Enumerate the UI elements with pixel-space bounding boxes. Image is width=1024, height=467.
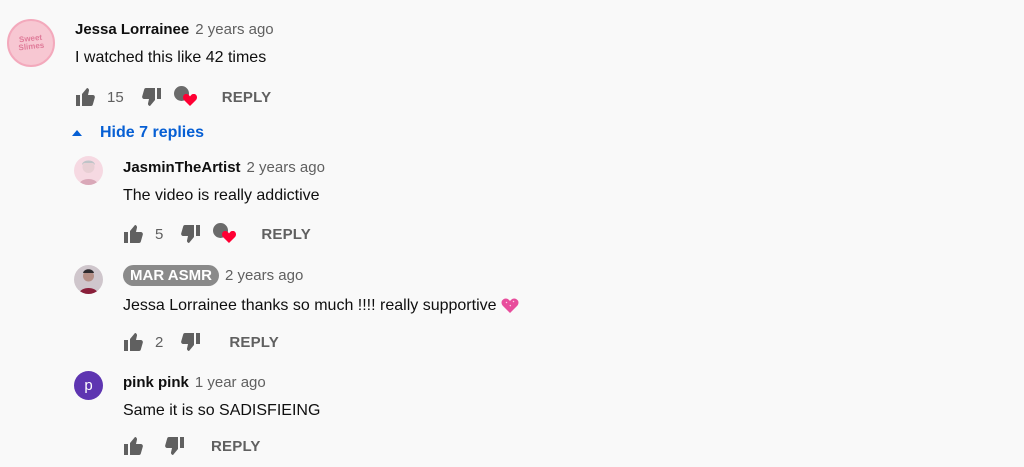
comment-text: Jessa Lorrainee thanks so much !!!! real… <box>123 297 519 315</box>
like-count: 15 <box>107 88 124 106</box>
like-count: 2 <box>155 333 164 351</box>
avatar-letter: p <box>84 377 93 394</box>
avatar[interactable]: p <box>74 371 103 400</box>
avatar[interactable] <box>74 265 103 294</box>
thumbs-up-icon <box>124 437 143 455</box>
person-avatar-icon <box>79 160 98 185</box>
heart-icon <box>182 94 197 106</box>
comment-text-body: Jessa Lorrainee thanks so much !!!! real… <box>123 297 497 314</box>
hide-replies-label: Hide 7 replies <box>100 124 205 141</box>
comment-toolbar: 15 REPLY <box>75 85 271 109</box>
comment-toolbar: 2 REPLY <box>123 330 279 354</box>
heart-icon <box>222 231 237 243</box>
reply-button[interactable]: REPLY <box>211 438 261 455</box>
reply-button[interactable]: REPLY <box>229 334 279 351</box>
comment-header: pink pink 1 year ago <box>123 374 266 391</box>
dislike-button[interactable] <box>179 331 201 353</box>
thumbs-up-icon <box>124 225 143 243</box>
comment-time[interactable]: 2 years ago <box>195 21 273 38</box>
comment-author[interactable]: pink pink <box>123 374 189 391</box>
like-button[interactable] <box>75 86 97 108</box>
thumbs-down-icon <box>181 225 201 243</box>
thumbs-down-icon <box>165 437 184 455</box>
comment-time[interactable]: 1 year ago <box>195 374 266 391</box>
comment-header: MAR ASMR 2 years ago <box>123 265 303 286</box>
like-count: 5 <box>155 225 164 243</box>
comment-time[interactable]: 2 years ago <box>247 159 325 176</box>
comment-header: Jessa Lorrainee 2 years ago <box>75 21 274 38</box>
comment-toolbar: REPLY <box>123 434 261 458</box>
thumbs-up-icon <box>76 88 95 106</box>
thumbs-up-icon <box>124 333 143 351</box>
hide-replies-button[interactable]: Hide 7 replies <box>72 124 204 142</box>
like-button[interactable] <box>123 435 145 457</box>
dislike-button[interactable] <box>179 223 201 245</box>
caret-up-icon <box>72 130 82 136</box>
comment-text: The video is really addictive <box>123 187 320 204</box>
creator-heart <box>173 86 197 108</box>
comment-toolbar: 5 REPLY <box>123 222 311 246</box>
dislike-button[interactable] <box>163 435 185 457</box>
comment-author[interactable]: JasminTheArtist <box>123 159 241 176</box>
like-button[interactable] <box>123 331 145 353</box>
reply-button[interactable]: REPLY <box>261 226 311 243</box>
dislike-button[interactable] <box>140 86 162 108</box>
thumbs-down-icon <box>141 88 161 106</box>
creator-author-badge[interactable]: MAR ASMR <box>123 265 219 286</box>
sparkling-heart-icon <box>501 298 519 313</box>
avatar[interactable]: Sweet Slimes <box>7 19 55 67</box>
thumbs-down-icon <box>181 333 201 351</box>
person-avatar-icon <box>79 269 98 294</box>
comment-text: I watched this like 42 times <box>75 49 267 66</box>
comment-time[interactable]: 2 years ago <box>225 267 303 284</box>
comment-header: JasminTheArtist 2 years ago <box>123 159 325 176</box>
comment-author[interactable]: Jessa Lorrainee <box>75 21 189 38</box>
comment-text: Same it is so SADISFIEING <box>123 402 321 419</box>
avatar[interactable] <box>74 156 103 185</box>
creator-heart <box>213 223 237 245</box>
like-button[interactable] <box>123 223 145 245</box>
avatar-logo-text: Sweet Slimes <box>18 32 45 53</box>
reply-button[interactable]: REPLY <box>222 89 272 106</box>
